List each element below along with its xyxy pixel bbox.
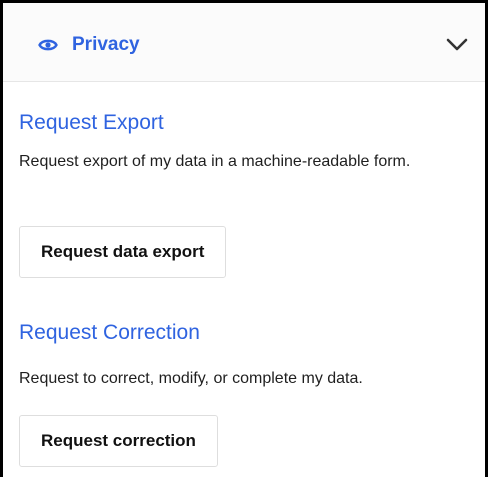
section-title-request-export: Request Export <box>19 111 164 134</box>
eye-icon <box>38 39 58 51</box>
chevron-down-icon[interactable] <box>446 38 468 52</box>
privacy-accordion-header[interactable]: Privacy <box>3 3 485 82</box>
section-description-request-correction: Request to correct, modify, or complete … <box>19 370 363 387</box>
section-title-request-correction: Request Correction <box>19 321 200 344</box>
privacy-panel: Privacy Request Export Request export of… <box>0 0 488 477</box>
request-correction-button[interactable]: Request correction <box>19 415 218 467</box>
request-data-export-button[interactable]: Request data export <box>19 226 227 278</box>
panel-title: Privacy <box>72 34 140 55</box>
section-description-request-export: Request export of my data in a machine-r… <box>19 153 411 170</box>
